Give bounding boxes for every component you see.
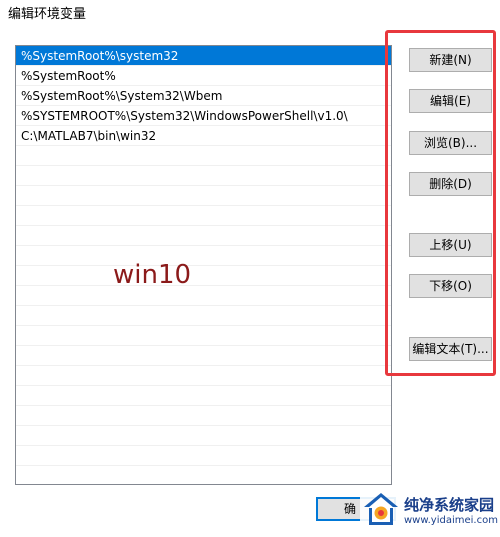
empty-row	[16, 386, 391, 406]
site-url: www.yidaimei.com	[404, 515, 498, 526]
list-item[interactable]: %SystemRoot%	[16, 66, 391, 86]
list-item[interactable]: C:\MATLAB7\bin\win32	[16, 126, 391, 146]
site-logo: 纯净系统家园 www.yidaimei.com	[360, 488, 498, 534]
move-down-button[interactable]: 下移(O)	[409, 274, 492, 298]
edit-text-button[interactable]: 编辑文本(T)...	[409, 337, 492, 361]
empty-row	[16, 226, 391, 246]
list-item[interactable]: %SystemRoot%\System32\Wbem	[16, 86, 391, 106]
empty-row	[16, 186, 391, 206]
empty-row	[16, 166, 391, 186]
empty-row	[16, 286, 391, 306]
empty-row	[16, 146, 391, 166]
empty-row	[16, 326, 391, 346]
empty-row	[16, 246, 391, 266]
win10-label: win10	[113, 260, 192, 290]
empty-row	[16, 466, 391, 484]
path-list[interactable]: %SystemRoot%\system32 %SystemRoot% %Syst…	[15, 45, 392, 485]
edit-button[interactable]: 编辑(E)	[409, 89, 492, 113]
list-item[interactable]: %SYSTEMROOT%\System32\WindowsPowerShell\…	[16, 106, 391, 126]
empty-row	[16, 206, 391, 226]
empty-row	[16, 366, 391, 386]
move-up-button[interactable]: 上移(U)	[409, 233, 492, 257]
empty-row	[16, 426, 391, 446]
window-title: 编辑环境变量	[8, 7, 87, 22]
site-name: 纯净系统家园	[404, 496, 495, 514]
new-button[interactable]: 新建(N)	[409, 48, 492, 72]
empty-row	[16, 346, 391, 366]
browse-button[interactable]: 浏览(B)...	[409, 131, 492, 155]
house-logo-icon	[364, 493, 398, 525]
empty-row	[16, 266, 391, 286]
delete-button[interactable]: 删除(D)	[409, 172, 492, 196]
empty-row	[16, 306, 391, 326]
empty-row	[16, 406, 391, 426]
list-item[interactable]: %SystemRoot%\system32	[16, 46, 391, 66]
highlight-box	[385, 30, 496, 376]
empty-row	[16, 446, 391, 466]
